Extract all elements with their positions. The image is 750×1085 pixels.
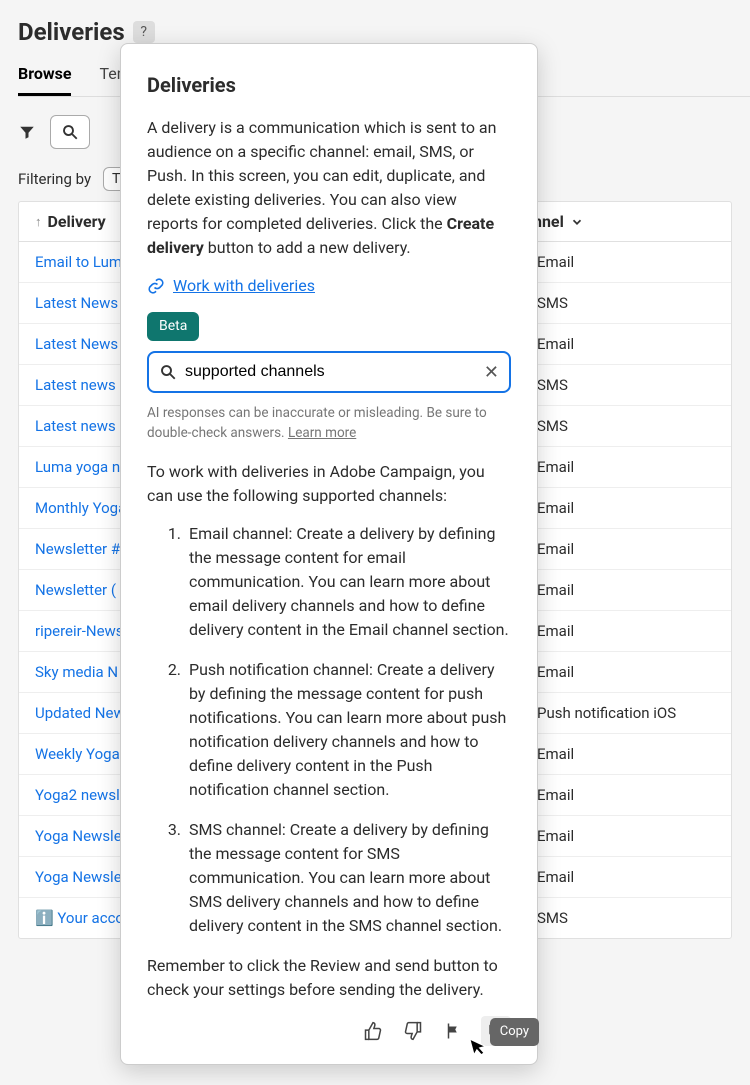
tab-browse[interactable]: Browse [18, 64, 71, 96]
help-icon[interactable]: ? [133, 21, 155, 43]
sort-asc-icon: ↑ [35, 214, 42, 230]
popover-description: A delivery is a communication which is s… [147, 116, 511, 260]
channel-label: Email [537, 540, 574, 558]
channel-label: SMS [537, 909, 568, 927]
channel-label: Email [537, 253, 574, 271]
thumbs-down-button[interactable] [401, 1019, 425, 1043]
flag-button[interactable] [441, 1019, 465, 1043]
page-title: Deliveries [18, 18, 125, 46]
channel-label: Email [537, 745, 574, 763]
channel-label: SMS [537, 417, 568, 435]
work-with-deliveries-link[interactable]: Work with deliveries [173, 274, 315, 298]
channel-label: Email [537, 335, 574, 353]
channel-label: Email [537, 827, 574, 845]
search-icon [159, 363, 177, 381]
copy-tooltip: Copy [490, 1018, 539, 1046]
channel-label: SMS [537, 376, 568, 394]
filter-icon[interactable] [18, 123, 36, 141]
ai-search-input[interactable]: ✕ [147, 351, 511, 393]
channel-label: Email [537, 581, 574, 599]
help-popover: Deliveries A delivery is a communication… [120, 43, 538, 1065]
answer-intro: To work with deliveries in Adobe Campaig… [147, 460, 511, 508]
channel-label: Email [537, 868, 574, 886]
answer-item: Email channel: Create a delivery by defi… [185, 522, 511, 642]
beta-badge: Beta [147, 312, 199, 341]
chevron-down-icon [570, 215, 584, 229]
column-delivery-label: Delivery [48, 212, 106, 231]
link-icon [147, 277, 165, 295]
filtering-by-label: Filtering by [18, 170, 91, 188]
channel-label: Email [537, 622, 574, 640]
answer-footer: Remember to click the Review and send bu… [147, 954, 511, 1002]
ai-search-field[interactable] [185, 363, 476, 381]
thumbs-up-button[interactable] [361, 1019, 385, 1043]
channel-label: Email [537, 499, 574, 517]
channel-label: Push notification iOS [537, 704, 676, 722]
answer-item: SMS channel: Create a delivery by defini… [185, 818, 511, 938]
clear-icon[interactable]: ✕ [484, 359, 499, 386]
ai-answer: To work with deliveries in Adobe Campaig… [147, 460, 511, 1002]
channel-label: Email [537, 663, 574, 681]
channel-label: SMS [537, 294, 568, 312]
answer-item: Push notification channel: Create a deli… [185, 658, 511, 802]
channel-label: Email [537, 458, 574, 476]
ai-disclaimer: AI responses can be inaccurate or mislea… [147, 403, 511, 444]
channel-label: Email [537, 786, 574, 804]
search-input[interactable] [50, 115, 90, 149]
popover-title: Deliveries [147, 70, 511, 100]
learn-more-link[interactable]: Learn more [288, 425, 356, 441]
